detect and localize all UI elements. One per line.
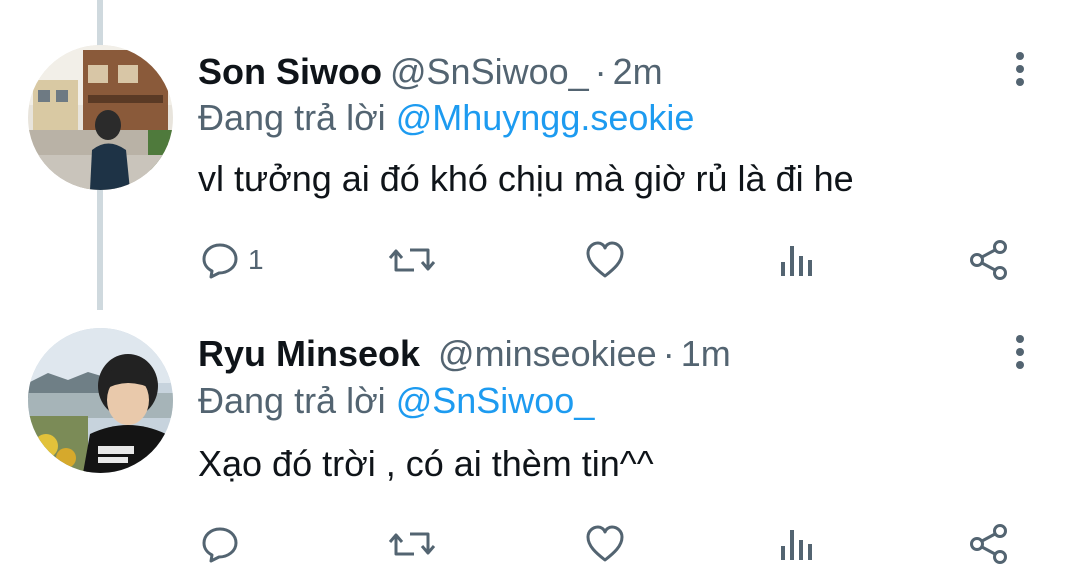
replying-to-line: Đang trả lời @SnSiwoo_ (198, 379, 594, 423)
tweet-actions-bar (0, 522, 1080, 566)
tweet-reply-son-siwoo[interactable]: Son Siwoo @SnSiwoo_ · 2m Đang trả lời @Mhuy… (0, 0, 1080, 300)
like-icon (586, 525, 624, 562)
analytics-icon (781, 530, 812, 560)
retweet-button[interactable] (388, 522, 436, 566)
replying-to-line: Đang trả lời @Mhuyngg.seokie (198, 96, 694, 140)
more-options-icon[interactable] (1005, 331, 1035, 375)
like-button[interactable] (584, 522, 626, 566)
avatar[interactable] (28, 328, 173, 473)
replying-to-label: Đang trả lời (198, 97, 386, 138)
separator-dot: · (662, 333, 675, 374)
like-icon (586, 241, 624, 278)
replying-to-mention[interactable]: @Mhuyngg.seokie (396, 97, 695, 138)
share-icon (970, 524, 1007, 564)
tweet-reply-ryu-minseok[interactable]: Ryu Minseok @minseokiee · 1m Đang trả lời @… (0, 300, 1080, 583)
reply-count: 1 (248, 244, 264, 275)
reply-button[interactable] (200, 522, 248, 566)
display-name[interactable]: Ryu Minseok (198, 333, 420, 374)
share-button[interactable] (968, 238, 1010, 282)
tweet-text: vl tưởng ai đó khó chịu mà giờ rủ là đi … (198, 158, 854, 199)
tweet-text: Xạo đó trời , có ai thèm tin^^ (198, 443, 654, 484)
like-button[interactable] (584, 238, 626, 282)
analytics-icon (781, 246, 812, 276)
tweet-header: Ryu Minseok @minseokiee · 1m (198, 332, 731, 376)
analytics-button[interactable] (778, 238, 814, 282)
timestamp[interactable]: 1m (681, 333, 731, 374)
reply-icon (202, 527, 238, 563)
avatar-image (28, 328, 173, 473)
avatar-image (28, 45, 173, 190)
tweet-actions-bar: 1 (0, 238, 1080, 282)
retweet-icon (388, 532, 436, 556)
share-button[interactable] (968, 522, 1010, 566)
display-name[interactable]: Son Siwoo (198, 51, 382, 92)
reply-icon (202, 243, 238, 279)
tweet-header: Son Siwoo @SnSiwoo_ · 2m (198, 50, 663, 94)
replying-to-label: Đang trả lời (198, 380, 386, 421)
user-handle[interactable]: @SnSiwoo_ (390, 51, 589, 92)
analytics-button[interactable] (778, 522, 814, 566)
separator-dot: · (594, 51, 607, 92)
replying-to-mention[interactable]: @SnSiwoo_ (396, 380, 595, 421)
reply-button[interactable]: 1 (200, 238, 264, 282)
avatar[interactable] (28, 45, 173, 190)
retweet-icon (388, 248, 436, 272)
more-options-icon[interactable] (1005, 48, 1035, 92)
timestamp[interactable]: 2m (613, 51, 663, 92)
retweet-button[interactable] (388, 238, 436, 282)
reply-thread: Son Siwoo @SnSiwoo_ · 2m Đang trả lời @Mhuy… (0, 0, 1080, 583)
user-handle[interactable]: @minseokiee (438, 333, 657, 374)
share-icon (970, 240, 1007, 280)
